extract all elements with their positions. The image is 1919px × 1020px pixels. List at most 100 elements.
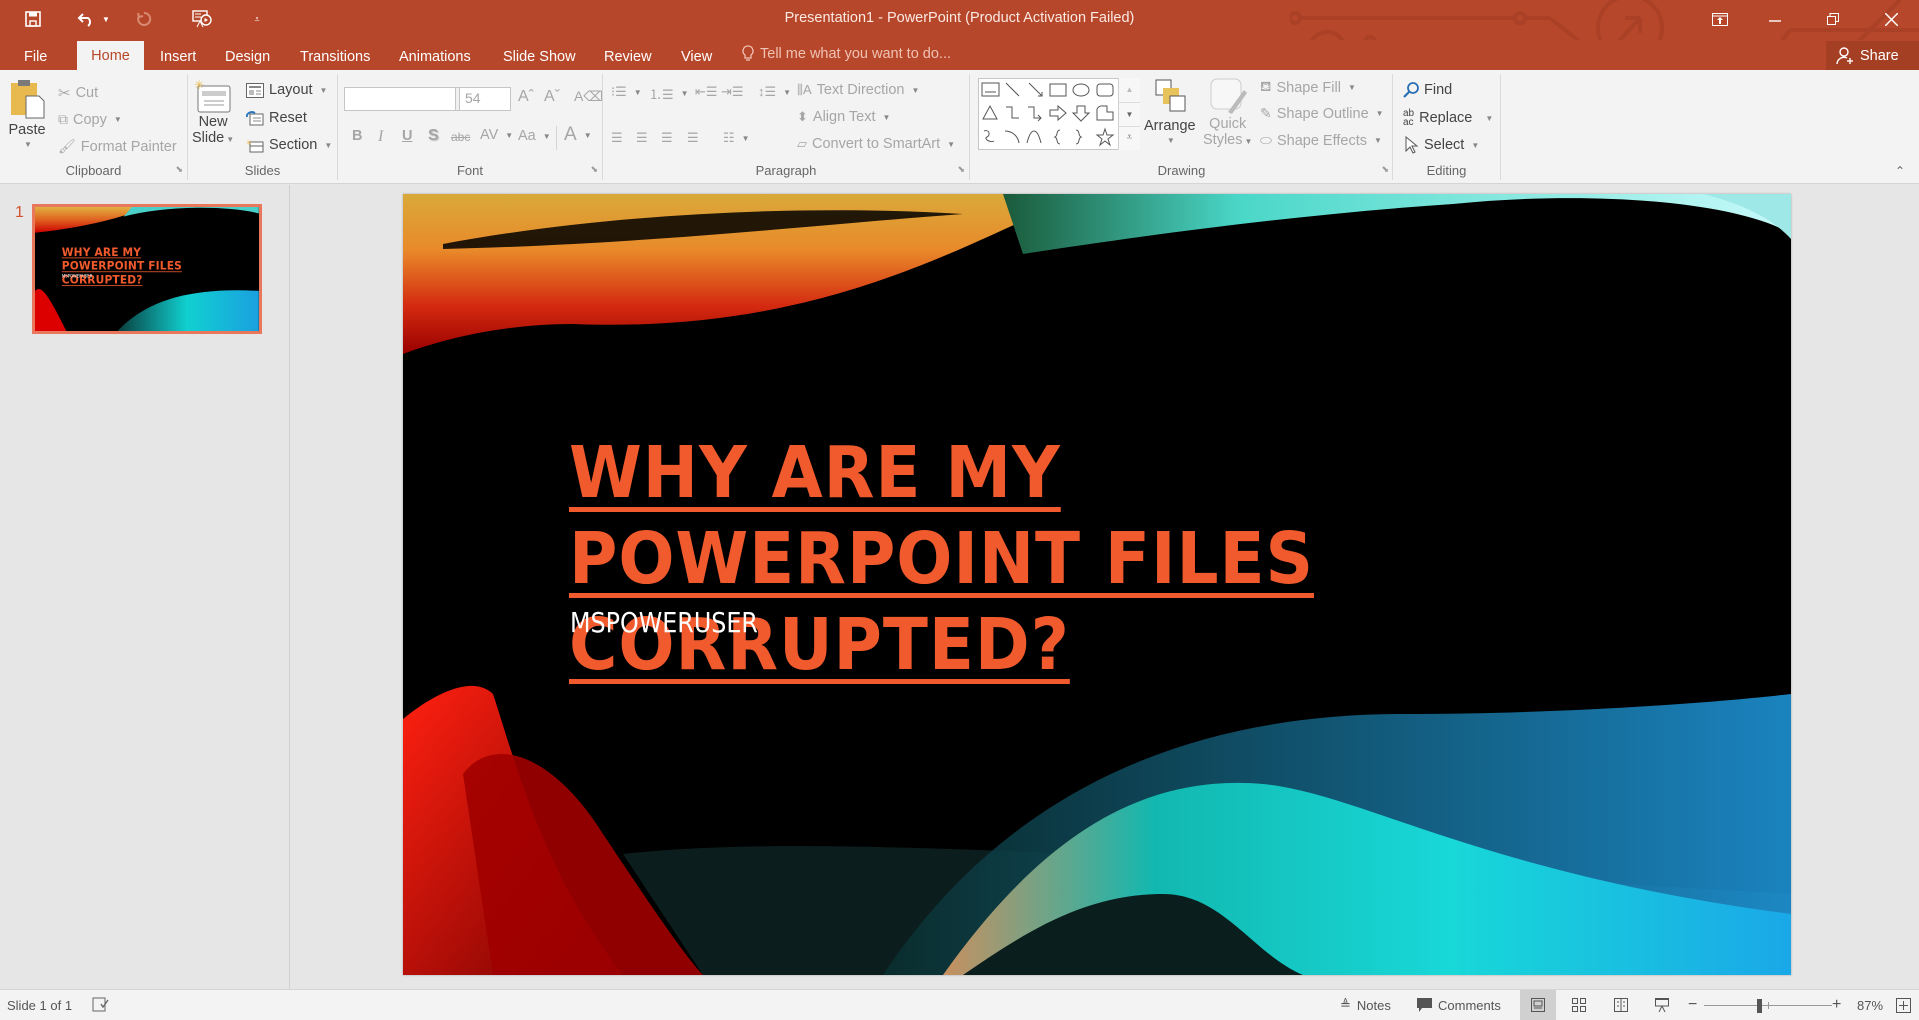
format-painter-button[interactable]: 🖌 Format Painter [58, 138, 177, 155]
bold-button[interactable]: B [352, 128, 362, 144]
fit-slide-button[interactable] [1896, 990, 1911, 1020]
arrange-button[interactable]: Arrange ▼ [1144, 76, 1196, 145]
decrease-indent-button[interactable]: ⇤☰ [695, 84, 718, 100]
tab-view[interactable]: View [671, 44, 722, 70]
tab-transitions[interactable]: Transitions [290, 44, 380, 70]
tab-file[interactable]: File [14, 44, 57, 70]
restore-button[interactable] [1810, 0, 1856, 38]
slide-show-view-button[interactable] [1655, 990, 1669, 1020]
zoom-slider-thumb[interactable] [1756, 999, 1762, 1013]
undo-dropdown[interactable]: ▼ [100, 6, 112, 32]
find-button[interactable]: Find [1403, 82, 1452, 98]
shape-fill-button[interactable]: ⛾ Shape Fill ▼ [1260, 78, 1356, 97]
title-bar: ▼ ⩡ Presentation1 - PowerPoint (Product … [0, 0, 1919, 70]
tab-design[interactable]: Design [215, 44, 280, 70]
paste-button[interactable]: Paste ▼ [8, 78, 46, 149]
zoom-slider[interactable] [1704, 990, 1832, 1020]
shadow-button[interactable]: S [428, 127, 439, 145]
start-from-beginning-button[interactable] [190, 6, 214, 32]
reset-button[interactable]: Reset [246, 110, 307, 126]
convert-smartart-button[interactable]: ▱ Convert to SmartArt ▼ [797, 136, 955, 152]
find-label: Find [1424, 82, 1453, 98]
spell-check-button[interactable] [92, 990, 110, 1020]
lightbulb-icon [742, 45, 754, 61]
select-button[interactable]: Select ▼ [1405, 136, 1479, 154]
bullets-button[interactable]: ⁝☰ ▼ [611, 84, 642, 100]
copy-label: Copy [73, 111, 107, 128]
replace-button[interactable]: ab ac Replace ▼ [1403, 109, 1493, 128]
tab-animations[interactable]: Animations [389, 44, 481, 70]
slide-canvas[interactable]: WHY ARE MY POWERPOINT FILES CORRUPTED? M… [403, 194, 1791, 975]
section-button[interactable]: ✳ Section ▼ [246, 137, 332, 153]
slide-title[interactable]: WHY ARE MY POWERPOINT FILES CORRUPTED? [569, 430, 1592, 688]
customize-icon: ⩡ [254, 13, 260, 24]
slide-thumbnail[interactable]: WHY ARE MY POWERPOINT FILES CORRUPTED? M… [32, 204, 262, 334]
align-text-button[interactable]: ⬍ Align Text ▼ [797, 109, 890, 125]
scroll-down-icon[interactable]: ▼ [1119, 102, 1140, 126]
collapse-ribbon-button[interactable]: ⌃ [1895, 164, 1905, 178]
notes-button[interactable]: ≜ Notes [1340, 990, 1391, 1020]
slide-subtitle[interactable]: MSPOWERUSER [570, 606, 758, 639]
clear-formatting-button[interactable]: A⌫ [574, 88, 603, 105]
new-slide-button[interactable]: ✳ New Slide ▼ [192, 78, 234, 146]
underline-button[interactable]: U [402, 128, 412, 144]
customize-qat-button[interactable]: ⩡ [250, 6, 264, 32]
character-spacing-button[interactable]: AV ▼ [480, 127, 513, 143]
tab-insert[interactable]: Insert [150, 44, 206, 70]
align-right-button[interactable]: ☰ [661, 130, 673, 146]
zoom-in-button[interactable]: + [1832, 990, 1841, 1020]
strikethrough-button[interactable]: abc [451, 130, 470, 144]
font-group-label: Font [456, 163, 483, 178]
layout-button[interactable]: Layout ▼ [246, 82, 327, 98]
copy-button[interactable]: ⧉ Copy ▼ [58, 111, 122, 128]
shapes-gallery-scrollbar[interactable]: ▲ ▼ ⩡ [1118, 78, 1140, 150]
italic-button[interactable]: I [378, 128, 383, 146]
ribbon-display-options-button[interactable] [1697, 0, 1743, 38]
dialog-launcher-icon[interactable]: ⬊ [175, 164, 183, 175]
tab-slide-show[interactable]: Slide Show [493, 44, 586, 70]
normal-view-button[interactable] [1520, 990, 1556, 1020]
decrease-font-size-button[interactable]: Aˇ [544, 88, 560, 106]
shape-effects-button[interactable]: ⬭ Shape Effects ▼ [1260, 132, 1382, 149]
slide-sorter-button[interactable] [1572, 990, 1586, 1020]
minimize-button[interactable] [1752, 0, 1798, 38]
font-group: ▼ 54 Aˆ Aˇ A⌫ B I U S abc AV ▼ Aa ▼ A▼ Fon… [338, 74, 603, 180]
font-name-combo[interactable] [344, 87, 456, 111]
save-button[interactable] [20, 6, 46, 32]
cut-button[interactable]: ✂ Cut [58, 84, 98, 102]
text-direction-button[interactable]: ⫼A Text Direction ▼ [797, 82, 919, 98]
scroll-up-icon[interactable]: ▲ [1119, 78, 1140, 102]
paste-label: Paste [8, 122, 46, 138]
reading-view-button[interactable] [1614, 990, 1628, 1020]
change-case-button[interactable]: Aa ▼ [518, 128, 551, 144]
font-size-combo[interactable]: 54 [459, 87, 511, 111]
zoom-out-button[interactable]: − [1688, 990, 1697, 1020]
justify-button[interactable]: ☰ [687, 130, 699, 146]
svg-text:✳: ✳ [246, 139, 252, 147]
increase-indent-button[interactable]: ⇥☰ [721, 84, 744, 100]
redo-button[interactable] [132, 6, 156, 32]
align-center-button[interactable]: ☰ [636, 130, 648, 146]
zoom-level[interactable]: 87% [1857, 990, 1883, 1020]
increase-font-size-button[interactable]: Aˆ [518, 88, 534, 106]
font-color-button[interactable]: A ▼ [564, 124, 592, 146]
dialog-launcher-icon[interactable]: ⬊ [590, 164, 598, 175]
layout-label: Layout [269, 82, 313, 98]
character-spacing-label: AV [480, 127, 499, 143]
shape-outline-button[interactable]: ✎ Shape Outline ▼ [1260, 105, 1384, 122]
close-button[interactable] [1868, 0, 1914, 38]
dialog-launcher-icon[interactable]: ⬊ [957, 164, 965, 175]
align-left-button[interactable]: ☰ [611, 130, 623, 146]
comments-button[interactable]: Comments [1417, 990, 1501, 1020]
tell-me-search[interactable]: Tell me what you want to do... [742, 45, 951, 62]
numbering-button[interactable]: ⒈☰ ▼ [649, 84, 689, 103]
share-button[interactable]: Share [1826, 41, 1919, 70]
tab-home[interactable]: Home [77, 41, 144, 70]
pencil-icon: ✎ [1260, 105, 1272, 121]
gallery-more-icon[interactable]: ⩡ [1119, 126, 1140, 148]
columns-button[interactable]: ☷ ▼ [723, 130, 750, 146]
tab-review[interactable]: Review [594, 44, 662, 70]
quick-styles-button[interactable]: Quick Styles ▼ [1203, 76, 1252, 148]
line-spacing-button[interactable]: ↕☰ ▼ [758, 84, 791, 100]
undo-button[interactable] [74, 6, 98, 32]
